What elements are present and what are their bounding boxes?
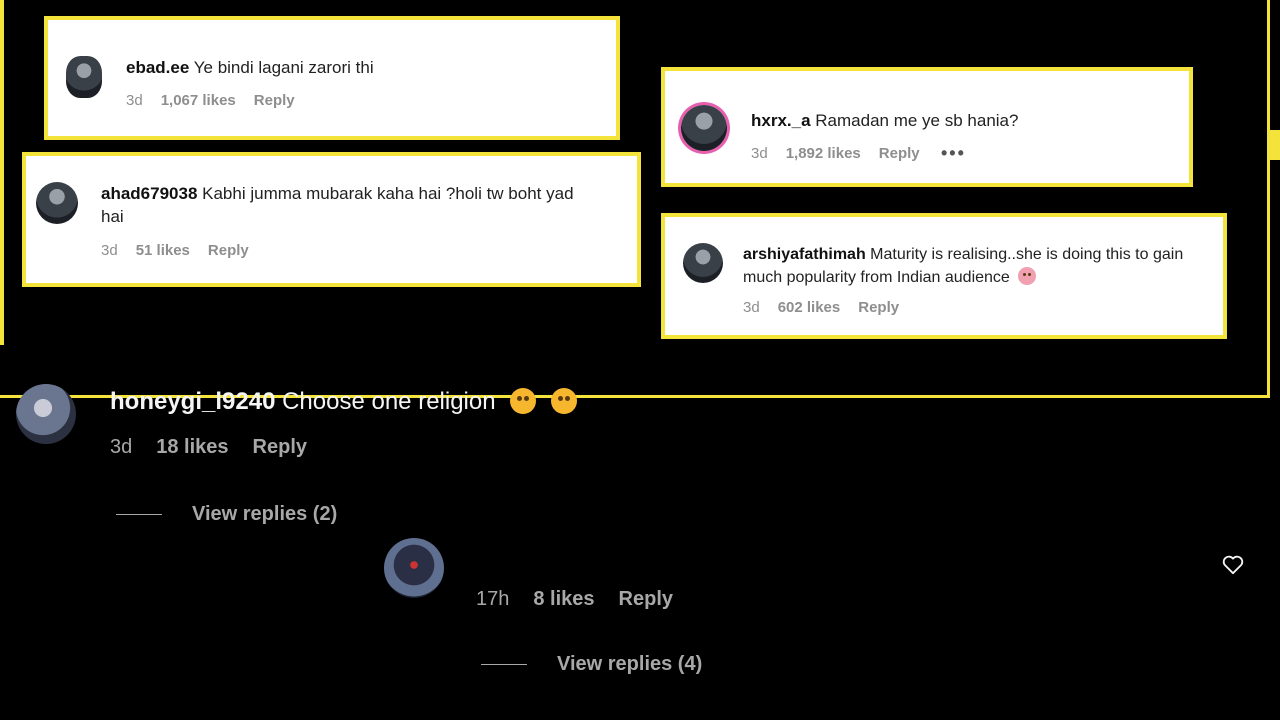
- reply-button[interactable]: Reply: [254, 92, 295, 109]
- divider: [481, 664, 527, 665]
- comment-text: Kabhi jumma mubarak kaha hai ?holi tw bo…: [202, 184, 574, 203]
- username[interactable]: ebad.ee: [126, 58, 189, 77]
- comment-meta: 3d 1,892 likes Reply: [751, 145, 920, 162]
- comment-text: Choose one religion: [282, 388, 496, 415]
- comment-meta: 17h 8 likes Reply: [476, 588, 673, 611]
- comment-line: hxrx._a Ramadan me ye sb hania?: [751, 109, 1018, 132]
- reply-button[interactable]: Reply: [879, 145, 920, 162]
- emoji-icon: [510, 388, 537, 414]
- username[interactable]: blackness.011: [476, 542, 637, 569]
- comment-line: ahad679038 Kabhi jumma mubarak kaha hai …: [101, 182, 621, 228]
- likes-count[interactable]: 602 likes: [778, 299, 841, 316]
- view-replies-button[interactable]: View replies (4): [481, 653, 702, 676]
- username[interactable]: arshiyafathimah: [743, 246, 866, 263]
- timestamp: 3d: [743, 299, 760, 316]
- comment-text: Ye bindi lagani zarori thi: [193, 58, 374, 77]
- avatar[interactable]: [683, 243, 723, 283]
- likes-count[interactable]: 1,892 likes: [786, 145, 861, 162]
- likes-count[interactable]: 1,067 likes: [161, 92, 236, 109]
- comment-text: Musalmano ka naam badnaam kr dia is ladk…: [644, 542, 1153, 569]
- comment-text: Ramadan me ye sb hania?: [815, 111, 1019, 130]
- comment-line: ebad.ee Ye bindi lagani zarori thi: [126, 56, 374, 79]
- comment-meta: 3d 18 likes Reply: [110, 436, 307, 459]
- avatar[interactable]: [16, 384, 76, 444]
- timestamp: 17h: [476, 588, 510, 610]
- more-options-icon[interactable]: •••: [941, 143, 966, 164]
- comment-card: ebad.ee Ye bindi lagani zarori thi 3d 1,…: [44, 16, 620, 140]
- view-replies-button[interactable]: View replies (2): [116, 503, 337, 526]
- timestamp: 3d: [126, 92, 143, 109]
- comment-line: honeygi_l9240 Choose one religion: [110, 388, 577, 416]
- timestamp: 3d: [110, 436, 133, 458]
- username[interactable]: ahad679038: [101, 184, 197, 203]
- comment-card: hxrx._a Ramadan me ye sb hania? 3d 1,892…: [661, 67, 1193, 187]
- emoji-icon: [1018, 267, 1037, 285]
- comment-meta: 3d 1,067 likes Reply: [126, 92, 295, 109]
- comment-text: much popularity from Indian audience: [743, 269, 1010, 286]
- avatar[interactable]: [36, 182, 78, 224]
- reply-button[interactable]: Reply: [858, 299, 899, 316]
- frame-strip: [0, 0, 4, 345]
- avatar[interactable]: [384, 538, 444, 598]
- heart-icon[interactable]: [1222, 555, 1244, 575]
- timestamp: 3d: [751, 145, 768, 162]
- likes-count[interactable]: 51 likes: [136, 242, 190, 259]
- comment-card: ahad679038 Kabhi jumma mubarak kaha hai …: [22, 152, 641, 287]
- timestamp: 3d: [101, 242, 118, 259]
- reply-button[interactable]: Reply: [253, 436, 307, 459]
- comment-text: hai: [101, 207, 124, 226]
- view-replies-label: View replies (2): [192, 503, 338, 525]
- reply-button[interactable]: Reply: [208, 242, 249, 259]
- comment-meta: 3d 51 likes Reply: [101, 242, 249, 259]
- comment-text: Maturity is realising..she is doing this…: [870, 246, 1184, 263]
- emoji-icon: [550, 388, 577, 414]
- frame-strip: [1270, 130, 1280, 160]
- comment-meta: 3d 602 likes Reply: [743, 299, 899, 316]
- likes-count[interactable]: 8 likes: [533, 588, 594, 611]
- username[interactable]: hxrx._a: [751, 111, 811, 130]
- comment-line: blackness.011 Musalmano ka naam badnaam …: [476, 542, 1152, 570]
- username[interactable]: honeygi_l9240: [110, 388, 275, 415]
- reply-button[interactable]: Reply: [619, 588, 673, 611]
- comment-card: arshiyafathimah Maturity is realising..s…: [661, 213, 1227, 339]
- divider: [116, 514, 162, 515]
- likes-count[interactable]: 18 likes: [156, 436, 228, 459]
- view-replies-label: View replies (4): [557, 653, 703, 675]
- avatar[interactable]: [681, 105, 727, 151]
- avatar[interactable]: [66, 56, 102, 98]
- comment-line: arshiyafathimah Maturity is realising..s…: [743, 243, 1223, 289]
